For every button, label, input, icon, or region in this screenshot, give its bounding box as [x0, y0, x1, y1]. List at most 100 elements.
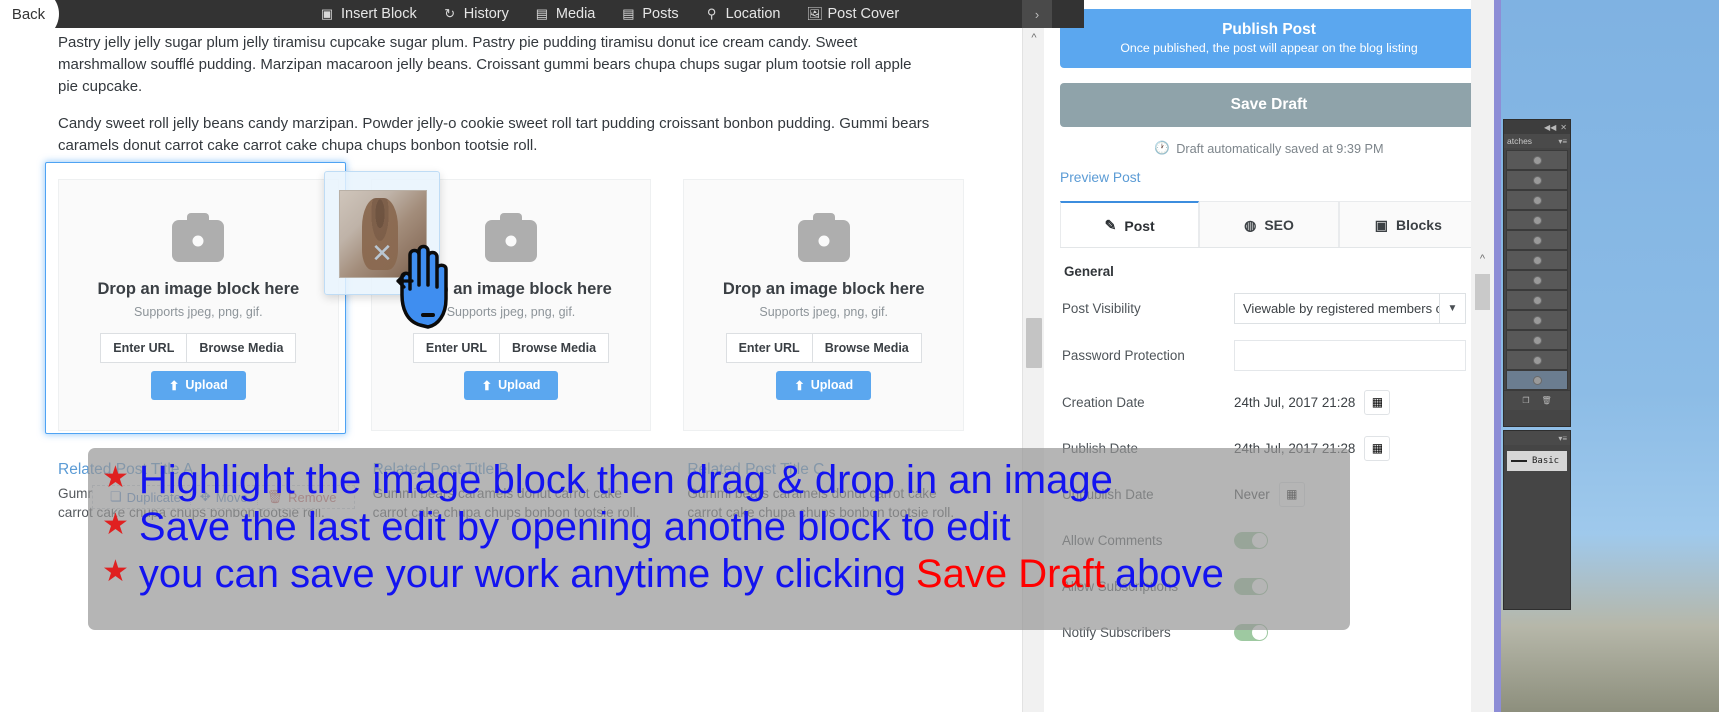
upload-icon: ⬆: [794, 378, 805, 393]
drop-title: Drop an image block here: [410, 279, 612, 298]
enter-url-button[interactable]: Enter URL: [725, 332, 813, 363]
panel-menu-icon[interactable]: ▾≡: [1558, 137, 1567, 146]
back-label: Back: [11, 5, 46, 23]
scroll-up-icon[interactable]: ^: [1023, 32, 1045, 44]
camera-icon: ▤: [535, 6, 549, 21]
menu-post-cover[interactable]: 🖼 Post Cover: [806, 6, 899, 22]
photoshop-swatches-panel[interactable]: ◀◀ ✕ atches ▾≡ ❐ 🗑: [1503, 119, 1571, 427]
swatch-item[interactable]: [1506, 310, 1568, 330]
photoshop-swatches-tab[interactable]: atches ▾≡: [1504, 134, 1570, 148]
calendar-icon[interactable]: ▦: [1364, 389, 1391, 415]
autosave-text: Draft automatically saved at 9:39 PM: [1176, 141, 1384, 156]
swatch-item[interactable]: [1506, 330, 1568, 350]
field-post-visibility: Post Visibility Viewable by registered m…: [1062, 293, 1476, 324]
swatch-item[interactable]: [1506, 230, 1568, 250]
password-protection-input[interactable]: [1234, 340, 1466, 371]
save-draft-button[interactable]: Save Draft: [1060, 83, 1478, 127]
post-paragraph: Pastry jelly jelly sugar plum jelly tira…: [58, 34, 912, 95]
swatch-grid[interactable]: [1504, 148, 1570, 390]
general-heading: General: [1064, 264, 1114, 279]
styles-panel-body[interactable]: Basic: [1504, 445, 1570, 477]
camera-icon: [797, 212, 850, 262]
swatch-dot-icon: [1532, 275, 1542, 285]
swatch-item[interactable]: [1506, 350, 1568, 370]
tab-seo[interactable]: ◍ SEO: [1199, 201, 1339, 247]
trash-icon[interactable]: 🗑: [1542, 396, 1552, 405]
swatch-dot-icon: [1532, 235, 1542, 245]
menu-media[interactable]: ▤ Media: [535, 6, 596, 22]
swatch-item[interactable]: [1506, 270, 1568, 290]
drop-subtitle: Supports jpeg, png, gif.: [759, 304, 888, 319]
browse-media-button[interactable]: Browse Media: [500, 332, 610, 363]
sidebar-inner-scrollbar[interactable]: ^: [1471, 250, 1494, 712]
swatch-item[interactable]: [1506, 290, 1568, 310]
sidebar-tabs: ✎ Post ◍ SEO ▣ Blocks: [1060, 201, 1478, 248]
enter-url-button[interactable]: Enter URL: [412, 332, 501, 363]
tab-blocks-label: Blocks: [1395, 217, 1442, 233]
tab-blocks[interactable]: ▣ Blocks: [1338, 201, 1478, 247]
star-icon: ★: [102, 554, 129, 588]
drop-subtitle: Supports jpeg, png, gif.: [134, 304, 263, 319]
publish-post-button[interactable]: Publish Post Once published, the post wi…: [1060, 9, 1478, 68]
photoshop-panel-footer: ❐ 🗑: [1504, 390, 1570, 410]
menu-insert-block[interactable]: ▣ Insert Block: [320, 6, 417, 22]
menu-posts[interactable]: ▤ Posts: [621, 6, 678, 22]
top-menu-overflow-chevron[interactable]: ›: [1022, 0, 1052, 28]
browse-media-button[interactable]: Browse Media: [812, 332, 922, 363]
collapse-icon[interactable]: ◀◀: [1544, 123, 1556, 132]
close-icon[interactable]: ✕: [1560, 123, 1567, 132]
panel-menu-icon[interactable]: ▾≡: [1558, 434, 1567, 443]
document-icon: ▤: [622, 6, 635, 21]
menu-history-label: History: [463, 6, 509, 22]
password-protection-label: Password Protection: [1062, 348, 1185, 363]
menu-history[interactable]: ↻ History: [443, 6, 509, 22]
editor-scrollbar-thumb[interactable]: [1026, 318, 1042, 368]
pencil-icon: ✎: [1104, 217, 1117, 233]
menu-location-label: Location: [725, 6, 781, 22]
tab-post[interactable]: ✎ Post: [1060, 201, 1200, 247]
swatch-item[interactable]: [1506, 190, 1568, 210]
style-list-item[interactable]: Basic: [1507, 451, 1567, 471]
post-visibility-label: Post Visibility: [1062, 301, 1141, 316]
upload-button[interactable]: ⬆ Upload: [463, 370, 559, 400]
swatch-dot-icon: [1532, 335, 1542, 345]
drop-subtitle: Supports jpeg, png, gif.: [446, 304, 576, 319]
autosave-status: 🕐 Draft automatically saved at 9:39 PM: [1060, 141, 1478, 156]
swatch-dot-icon: [1532, 255, 1542, 265]
editor-top-toolbar: ← Back ▣ Insert Block ↻ History ▤ Media …: [0, 0, 1084, 40]
publish-post-subtitle: Once published, the post will appear on …: [1120, 41, 1418, 55]
image-drop-block-3[interactable]: Drop an image block here Supports jpeg, …: [683, 178, 965, 431]
swatch-item[interactable]: [1506, 210, 1568, 230]
instruction-text-2: Save the last edit by opening anothe blo…: [138, 504, 1011, 549]
upload-button[interactable]: ⬆ Upload: [776, 370, 872, 400]
map-pin-icon: ⚲: [706, 6, 717, 21]
styles-panel-titlebar: ▾≡: [1504, 431, 1570, 445]
swatch-item[interactable]: [1506, 170, 1568, 190]
calendar-icon[interactable]: ▦: [1364, 435, 1391, 461]
instruction-line-3: ★ you can save your work anytime by clic…: [102, 552, 1336, 597]
swatch-item[interactable]: [1506, 250, 1568, 270]
instruction-line-2: ★ Save the last edit by opening anothe b…: [102, 505, 1336, 550]
upload-label: Upload: [185, 378, 228, 393]
swatch-item[interactable]: [1506, 150, 1568, 170]
scroll-up-icon[interactable]: ^: [1471, 253, 1494, 265]
menu-post-cover-label: Post Cover: [827, 6, 900, 22]
enter-url-button[interactable]: Enter URL: [100, 332, 188, 363]
photoshop-styles-panel[interactable]: ▾≡ Basic: [1503, 430, 1571, 610]
swatch-item-selected[interactable]: [1506, 370, 1568, 390]
browse-media-button[interactable]: Browse Media: [187, 332, 297, 363]
clock-icon: 🕐: [1154, 141, 1171, 155]
menu-location[interactable]: ⚲ Location: [705, 6, 781, 22]
creation-date-label: Creation Date: [1062, 394, 1145, 410]
sidebar-scrollbar-thumb[interactable]: [1475, 274, 1490, 310]
new-swatch-icon[interactable]: ❐: [1522, 396, 1529, 405]
post-visibility-select-value[interactable]: Viewable by registered members o: [1234, 293, 1440, 324]
image-drop-block-1[interactable]: Drop an image block here Supports jpeg, …: [45, 161, 346, 434]
swatch-dot-icon: [1532, 195, 1542, 205]
upload-button[interactable]: ⬆ Upload: [150, 370, 246, 400]
preview-post-link[interactable]: Preview Post: [1060, 170, 1141, 185]
chevron-down-icon[interactable]: ▼: [1440, 293, 1466, 324]
menu-posts-label: Posts: [642, 6, 679, 22]
instruction-text-3a: you can save your work anytime by clicki…: [138, 551, 906, 596]
publish-post-title: Publish Post: [1222, 21, 1316, 38]
